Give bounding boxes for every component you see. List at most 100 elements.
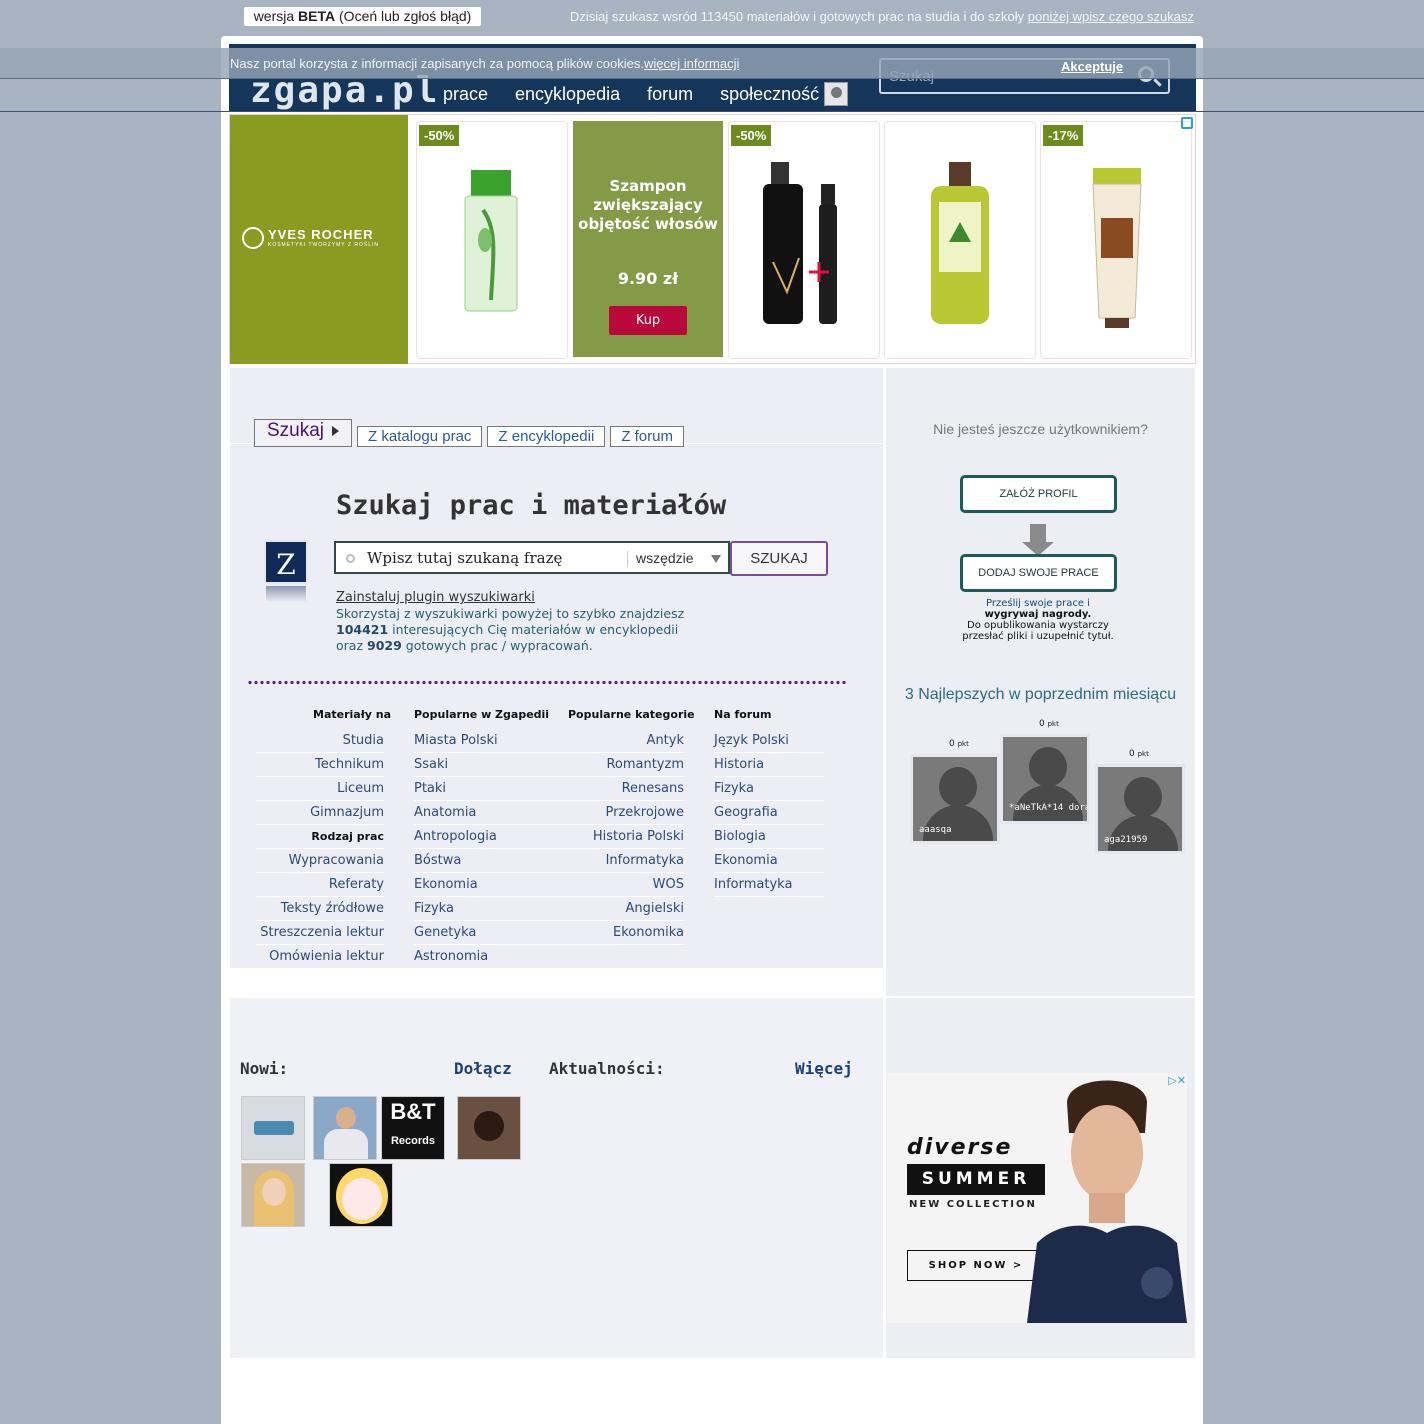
best-users-title: 3 Najlepszych w poprzednim miesiącu [904,686,1177,703]
list-item[interactable]: Gimnazjum [256,801,384,825]
search-button[interactable]: SZUKAJ [730,541,828,576]
list-item[interactable]: Angielski [554,897,684,921]
nav-forum[interactable]: forum [647,84,693,105]
scope-select[interactable]: wszędzie [636,550,694,566]
cream-tube-icon [1092,168,1142,328]
ad-product-card[interactable]: -17% [1040,121,1192,359]
list-item[interactable]: Ekonomia [414,873,554,897]
new-user-avatar[interactable] [241,1163,305,1227]
list-item[interactable]: Renesans [554,777,684,801]
list-item[interactable]: Ekonomia [714,849,824,873]
list-item[interactable]: Miasta Polski [414,729,554,753]
tab-katalog[interactable]: Z katalogu prac [357,426,483,447]
search-input[interactable]: Wpisz tutaj szukaną frazę wszędzie [334,541,730,574]
list-item[interactable]: Bóstwa [414,849,554,873]
user-points: 0 pkt [949,739,969,749]
list-item[interactable]: Technikum [256,753,384,777]
list-item[interactable]: Astronomia [414,945,554,969]
list-item[interactable]: Antyk [554,729,684,753]
arrow-down-icon [1022,524,1054,556]
discount-badge: -17% [1043,125,1084,146]
list-item[interactable]: Fizyka [714,777,824,801]
list-item[interactable]: Romantyzm [554,753,684,777]
list-item[interactable]: Fizyka [414,897,554,921]
nav-prace[interactable]: prace [443,84,488,105]
new-user-avatar[interactable]: B&T Records [381,1096,445,1160]
nav-spolecznosc[interactable]: społeczność [720,84,819,105]
list-item[interactable]: Omówienia lektur [256,945,384,969]
points-value: 0 [949,739,955,749]
list-item[interactable]: Geografia [714,801,824,825]
add-works-button[interactable]: DODAJ SWOJE PRACE [960,554,1117,592]
join-link[interactable]: Dołącz [454,1059,512,1078]
list-item[interactable]: Biologia [714,825,824,849]
cookie-more-link[interactable]: więcej informacji [644,56,739,71]
tab-szukaj[interactable]: Szukaj [254,419,353,447]
user-points: 0 pkt [1129,749,1149,759]
list-item[interactable]: Anatomia [414,801,554,825]
ad-banner[interactable]: YVES ROCHER KOSMETYKI TWORZYMY Z ROŚLIN … [229,114,1196,364]
user-avatar-icon[interactable] [824,82,848,106]
avatar-face [474,1111,504,1141]
dotted-divider [247,680,847,685]
shampoo-bottle-icon [931,162,989,324]
more-news-link[interactable]: Więcej [795,1059,853,1078]
not-user-text: Nie jesteś jeszcze użytkownikiem? [933,421,1148,437]
list-item[interactable]: Informatyka [554,849,684,873]
forum-header: Na forum [714,708,772,721]
ad-subheadline: NEW COLLECTION [909,1199,1037,1210]
top-user-card[interactable]: aaasqa [910,754,1000,844]
new-user-avatar[interactable] [457,1096,521,1160]
ad-product-card[interactable]: -50% [728,121,880,359]
beta-feedback-link[interactable]: wersja BETA (Oceń lub zgłoś błąd) [244,7,481,26]
plugin-link[interactable]: Zainstaluj plugin wyszukiwarki [336,590,535,605]
cookie-accept-button[interactable]: Akceptuje [1061,59,1123,74]
fashion-ad[interactable]: diverse SUMMER NEW COLLECTION SHOP NOW > [887,1073,1187,1323]
ad-brand-panel[interactable]: YVES ROCHER KOSMETYKI TWORZYMY Z ROŚLIN [230,115,408,364]
buy-button[interactable]: Kup [609,306,687,335]
points-unit: pkt [1047,720,1059,728]
ad-product-card[interactable]: -50% [416,121,568,359]
tab-encyklopedia[interactable]: Z encyklopedii [487,426,606,447]
list-item[interactable]: Informatyka [714,873,824,897]
list-item[interactable]: Historia Polski [554,825,684,849]
top-user-name: *aNeTkA*14 dorano2003 [1009,803,1090,813]
new-user-avatar[interactable] [313,1096,377,1160]
works-count: 9029 [367,638,402,653]
list-item[interactable]: Historia [714,753,824,777]
ad-promo-card[interactable]: Szampon zwiększający objętość włosów 9.9… [573,121,723,357]
list-item[interactable]: Studia [256,729,384,753]
adchoices-icon[interactable] [1181,117,1193,129]
chevron-down-icon[interactable] [711,555,721,563]
tab-forum[interactable]: Z forum [610,426,684,447]
list-item[interactable]: Język Polski [714,729,824,753]
top-user-card[interactable]: *aNeTkA*14 dorano2003 [1000,734,1090,824]
kategorie-header: Popularne kategorie [568,708,695,721]
site-stats-text: Dzisiaj szukasz wsród 113450 materiałów … [569,9,1025,24]
divider [0,111,1424,112]
list-item[interactable]: Przekrojowe [554,801,684,825]
list-item[interactable]: Genetyka [414,921,554,945]
list-item[interactable]: Referaty [256,873,384,897]
create-profile-button[interactable]: ZAŁÓŻ PROFIL [960,475,1117,513]
new-user-avatar[interactable] [329,1163,393,1227]
list-item[interactable]: WOS [554,873,684,897]
new-user-avatar[interactable] [241,1096,305,1160]
list-item[interactable]: Ptaki [414,777,554,801]
shop-now-button[interactable]: SHOP NOW > [907,1250,1045,1281]
list-item[interactable]: Teksty źródłowe [256,897,384,921]
list-item[interactable]: Ssaki [414,753,554,777]
avatar-placeholder-icon [1124,777,1162,817]
search-query[interactable]: Wpisz tutaj szukaną frazę [367,549,562,567]
nav-encyklopedia[interactable]: encyklopedia [515,84,620,105]
list-item[interactable]: Antropologia [414,825,554,849]
close-icon[interactable]: ▷✕ [1160,1074,1186,1088]
list-item[interactable]: Streszczenia lektur [256,921,384,945]
list-item[interactable]: Ekonomika [554,921,684,945]
main-nav: prace encyklopedia forum społeczność [443,84,819,105]
list-item[interactable]: Liceum [256,777,384,801]
ad-product-card[interactable] [884,121,1036,359]
search-hint-link[interactable]: poniżej wpisz czego szukasz [1028,9,1194,24]
list-item[interactable]: Wypracowania [256,849,384,873]
top-user-card[interactable]: aga21959 [1095,764,1185,854]
